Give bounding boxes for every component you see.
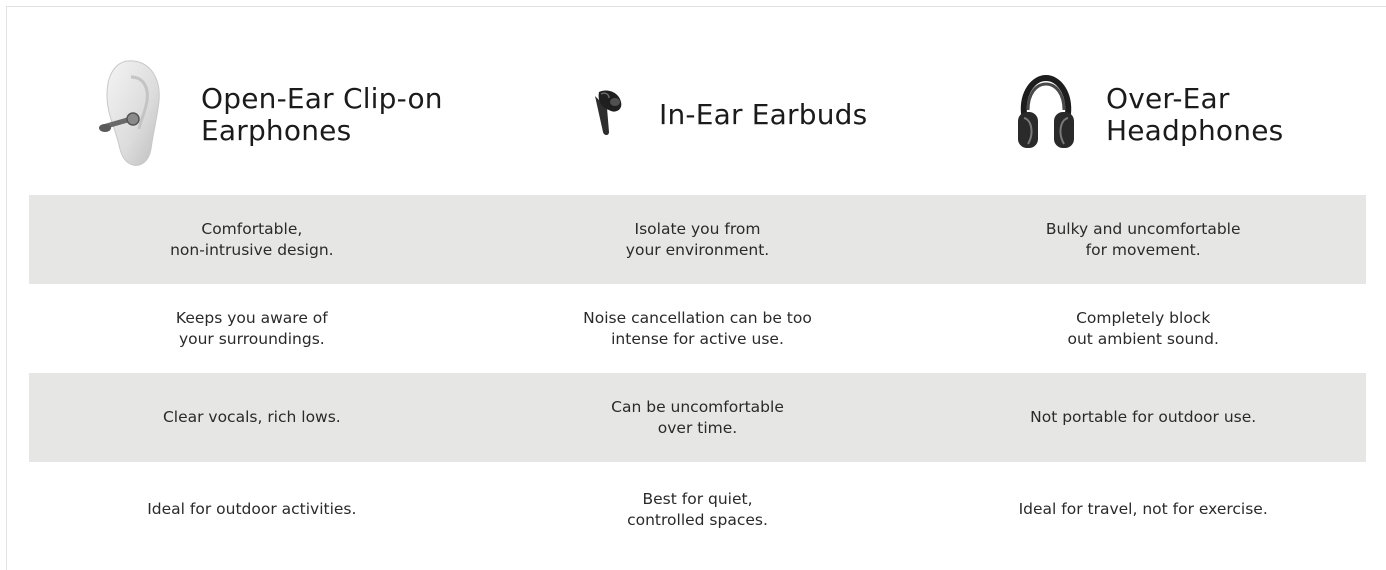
column-title: In-Ear Earbuds — [659, 98, 868, 131]
table-cell: Ideal for outdoor activities. — [147, 500, 357, 518]
table-cell: Isolate you from your environment. — [625, 219, 770, 259]
table-row: Clear vocals, rich lows. Can be uncomfor… — [29, 373, 1366, 462]
table-cell: Comfortable, non-intrusive design. — [170, 219, 334, 259]
table-row: Comfortable, non-intrusive design. Isola… — [29, 195, 1366, 284]
over-ear-headphones-icon — [1014, 74, 1078, 156]
open-ear-clip-earphone-icon — [97, 57, 163, 173]
comparison-table: Comfortable, non-intrusive design. Isola… — [29, 195, 1366, 557]
table-cell: Completely block out ambient sound. — [1067, 308, 1219, 348]
table-row: Ideal for outdoor activities. Best for q… — [29, 462, 1366, 557]
table-cell: Clear vocals, rich lows. — [162, 408, 341, 426]
table-row: Keeps you aware of your surroundings. No… — [29, 284, 1366, 373]
table-cell: Bulky and uncomfortable for movement. — [1045, 219, 1241, 259]
column-title: Open-Ear Clip-on Earphones — [201, 82, 443, 147]
in-ear-earbud-icon — [589, 88, 629, 142]
table-cell: Not portable for outdoor use. — [1030, 408, 1257, 426]
comparison-header: Open-Ear Clip-on Earphones In-Ear Earbud… — [29, 50, 1366, 180]
column-title: Over-Ear Headphones — [1106, 82, 1284, 147]
table-cell: Ideal for travel, not for exercise. — [1018, 500, 1268, 518]
table-cell: Can be uncomfortable over time. — [611, 397, 784, 437]
table-cell: Best for quiet, controlled spaces. — [627, 489, 768, 529]
table-cell: Noise cancellation can be too intense fo… — [583, 308, 812, 348]
column-header-in-ear: In-Ear Earbuds — [589, 50, 867, 180]
column-header-over-ear: Over-Ear Headphones — [1014, 50, 1283, 180]
column-header-open-ear: Open-Ear Clip-on Earphones — [97, 50, 443, 180]
table-cell: Keeps you aware of your surroundings. — [175, 308, 328, 348]
